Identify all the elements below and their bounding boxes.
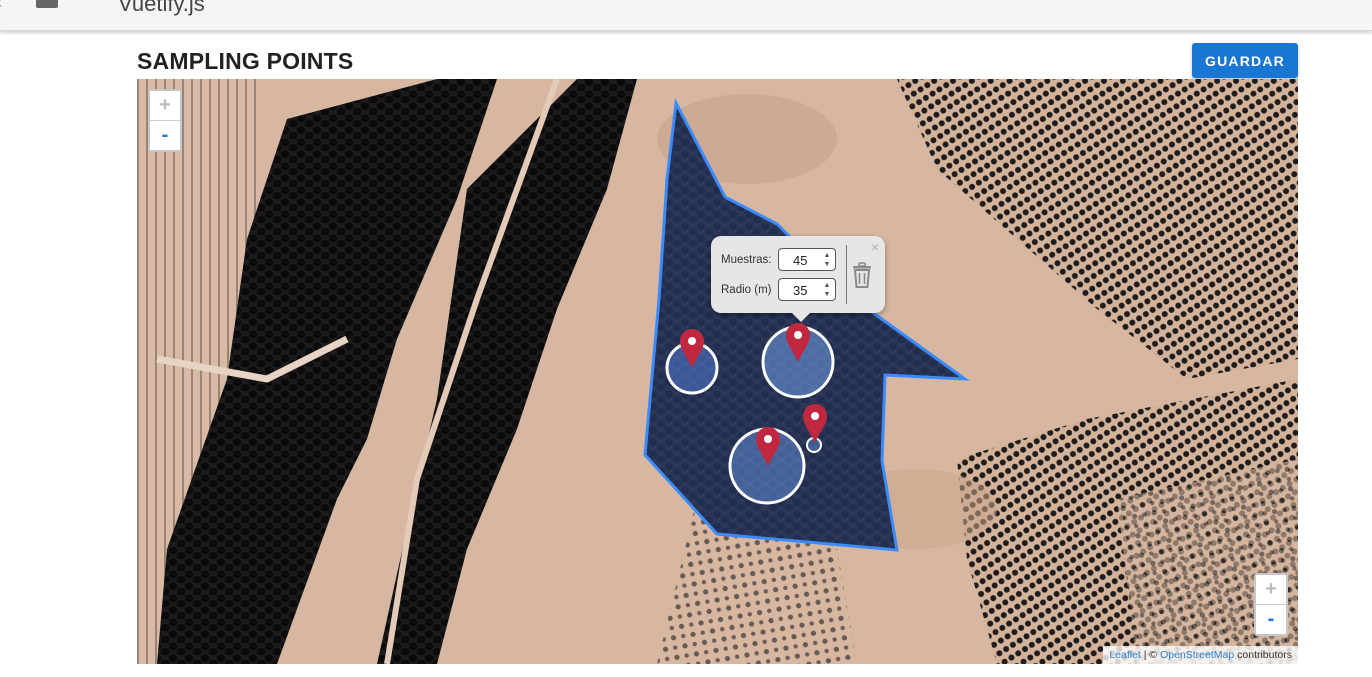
attribution-suffix: contributors — [1234, 649, 1292, 661]
map-imagery — [137, 79, 1298, 664]
osm-link[interactable]: OpenStreetMap — [1160, 649, 1234, 661]
popup-divider — [846, 245, 847, 304]
radio-label: Radio (m) — [721, 284, 772, 296]
zoom-control-top: + - — [148, 89, 182, 152]
radio-input[interactable]: 35 ▲ ▼ — [778, 278, 836, 301]
map-attribution: Leaflet | © OpenStreetMap contributors — [1103, 646, 1298, 664]
app-title: Vuetify.js — [118, 0, 205, 16]
radio-value: 35 — [793, 283, 808, 298]
close-icon[interactable]: × — [871, 239, 879, 255]
stepper-icon[interactable]: ▲ ▼ — [822, 251, 832, 269]
muestras-label: Muestras: — [721, 254, 772, 266]
page-title: SAMPLING POINTS — [137, 48, 354, 74]
save-button[interactable]: GUARDAR — [1192, 43, 1298, 78]
zoom-out-button[interactable]: - — [1256, 604, 1286, 634]
zoom-in-button[interactable]: + — [150, 91, 180, 120]
back-icon[interactable]: ‹ — [0, 0, 2, 13]
app-icon — [36, 0, 58, 8]
stepper-icon[interactable]: ▲ ▼ — [822, 281, 832, 299]
attribution-separator: | © — [1140, 649, 1161, 661]
trash-icon[interactable] — [850, 262, 874, 288]
satellite-map[interactable]: + - + - × Muestras: 45 ▲ ▼ Radio (m) 35 ▲… — [137, 79, 1298, 664]
popup-tip — [791, 312, 811, 322]
browser-top-bar: ‹ Vuetify.js — [0, 0, 1372, 31]
zoom-in-button[interactable]: + — [1256, 575, 1286, 604]
zoom-out-button[interactable]: - — [150, 120, 180, 150]
leaflet-link[interactable]: Leaflet — [1109, 649, 1141, 661]
muestras-input[interactable]: 45 ▲ ▼ — [778, 248, 836, 271]
muestras-value: 45 — [793, 253, 808, 268]
sample-popup: × Muestras: 45 ▲ ▼ Radio (m) 35 ▲ ▼ — [711, 236, 885, 322]
zoom-control-bottom: + - — [1254, 573, 1288, 636]
